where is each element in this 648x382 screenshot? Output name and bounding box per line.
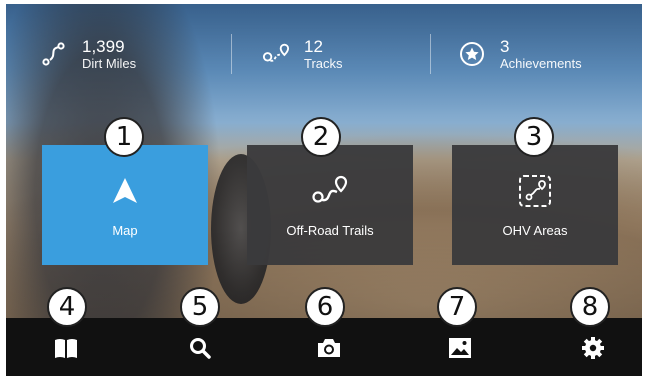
map-tile[interactable]: Map (42, 145, 208, 265)
route-icon (40, 40, 68, 68)
callout-marker: 2 (301, 117, 341, 157)
gear-icon[interactable] (577, 332, 609, 364)
callout-marker: 3 (514, 117, 554, 157)
stat-value: 3 (500, 36, 510, 56)
stats-divider (231, 34, 232, 74)
photo-icon[interactable] (444, 332, 476, 364)
callout-marker: 7 (437, 287, 477, 327)
ohv-area-icon (518, 173, 552, 209)
stat-tracks: 12 Tracks (262, 30, 343, 78)
callout-marker: 5 (180, 287, 220, 327)
trail-route-icon (310, 173, 350, 209)
camera-icon[interactable] (313, 332, 345, 364)
tile-label: OHV Areas (502, 222, 568, 238)
stats-bar: 1,399 Dirt Miles 12 Tracks 3 Achievement… (6, 4, 642, 104)
callout-marker: 8 (570, 287, 610, 327)
stat-achievements: 3 Achievements (458, 30, 582, 78)
stat-label: Achievements (500, 55, 582, 71)
callout-marker: 6 (305, 287, 345, 327)
book-icon[interactable] (50, 332, 82, 364)
callout-marker: 4 (47, 287, 87, 327)
navigation-arrow-icon (110, 173, 140, 209)
stat-value: 12 (304, 36, 323, 56)
stat-label: Tracks (304, 55, 343, 71)
stats-divider (430, 34, 431, 74)
star-badge-icon (458, 40, 486, 68)
search-icon[interactable] (184, 332, 216, 364)
ohv-areas-tile[interactable]: OHV Areas (452, 145, 618, 265)
stat-dirt-miles: 1,399 Dirt Miles (40, 30, 136, 78)
tracks-icon (262, 40, 290, 68)
callout-marker: 1 (104, 117, 144, 157)
stat-label: Dirt Miles (82, 55, 137, 71)
off-road-trails-tile[interactable]: Off-Road Trails (247, 145, 413, 265)
tile-label: Map (112, 222, 138, 238)
stat-value: 1,399 (82, 36, 125, 56)
tile-label: Off-Road Trails (286, 222, 374, 238)
